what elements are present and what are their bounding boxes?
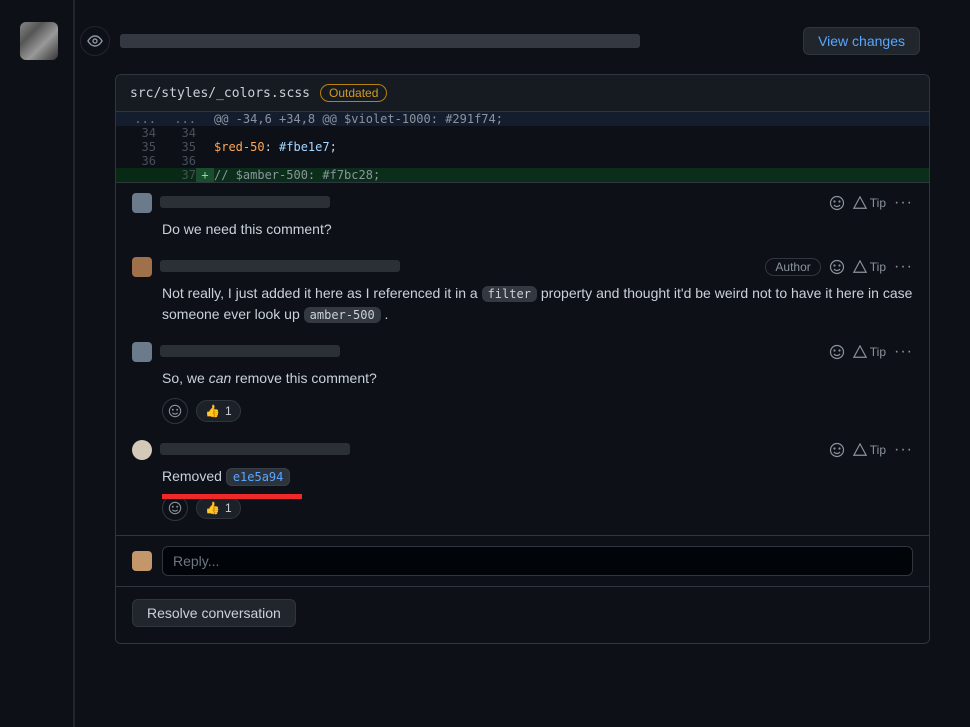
- line-num-old: [116, 168, 156, 182]
- commit-sha-link[interactable]: e1e5a94: [226, 468, 291, 486]
- inline-code: amber-500: [304, 307, 381, 323]
- reaction-pill[interactable]: 👍1: [196, 497, 241, 519]
- comment-body: So, we can remove this comment?: [162, 368, 913, 390]
- view-changes-button[interactable]: View changes: [803, 27, 920, 55]
- diff-code: [214, 154, 929, 168]
- avatar[interactable]: [132, 342, 152, 362]
- comment-author-redacted: [160, 196, 330, 208]
- file-path[interactable]: src/styles/_colors.scss: [130, 86, 310, 101]
- diff-code: // $amber-500: #f7bc28;: [214, 168, 929, 182]
- line-num-new: 35: [156, 140, 196, 154]
- kebab-icon[interactable]: ···: [894, 195, 913, 211]
- tip-icon[interactable]: Tip: [853, 345, 886, 359]
- diff-row: 36 36: [116, 154, 929, 168]
- page-root: View changes src/styles/_colors.scss Out…: [0, 0, 970, 727]
- reactions: 👍1: [162, 398, 913, 424]
- tip-icon[interactable]: Tip: [853, 260, 886, 274]
- diff-sign: +: [196, 168, 214, 182]
- kebab-icon[interactable]: ···: [894, 259, 913, 275]
- comment: Tip ··· Removed e1e5a94 👍1: [116, 430, 929, 536]
- review-header-left: [85, 26, 640, 56]
- comment-body: Removed e1e5a94: [162, 466, 913, 488]
- line-num-new: 37: [156, 168, 196, 182]
- reply-row: [116, 535, 929, 586]
- avatar[interactable]: [132, 440, 152, 460]
- diff-table: ... ... @@ -34,6 +34,8 @@ $violet-1000: …: [116, 112, 929, 182]
- resolve-conversation-button[interactable]: Resolve conversation: [132, 599, 296, 627]
- author-badge: Author: [765, 258, 820, 276]
- avatar[interactable]: [132, 257, 152, 277]
- line-num-new: ...: [156, 112, 196, 126]
- avatar[interactable]: [132, 551, 152, 571]
- comment-body: Do we need this comment?: [162, 219, 913, 241]
- review-summary-redacted: [120, 34, 640, 48]
- hunk-header: @@ -34,6 +34,8 @@ $violet-1000: #291f74;: [214, 112, 929, 126]
- comment-author-redacted: [160, 443, 350, 455]
- diff-row: 35 35 $red-50: #fbe1e7;: [116, 140, 929, 154]
- avatar[interactable]: [20, 22, 58, 60]
- comment: Tip ··· Do we need this comment?: [116, 183, 929, 247]
- add-reaction-icon[interactable]: [162, 398, 188, 424]
- diff-box: src/styles/_colors.scss Outdated ... ...…: [115, 74, 930, 644]
- emoji-icon[interactable]: [829, 442, 845, 458]
- comment-thread: Tip ··· Do we need this comment? Author: [116, 182, 929, 643]
- diff-file-header: src/styles/_colors.scss Outdated: [116, 75, 929, 112]
- diff-sign: [196, 112, 214, 126]
- comment-body: Not really, I just added it here as I re…: [162, 283, 913, 326]
- diff-code: $red-50: #fbe1e7;: [214, 140, 929, 154]
- line-num-old: ...: [116, 112, 156, 126]
- avatar[interactable]: [132, 193, 152, 213]
- line-num-new: 36: [156, 154, 196, 168]
- reply-input[interactable]: [162, 546, 913, 576]
- tip-icon[interactable]: Tip: [853, 443, 886, 457]
- red-underline-annotation: [162, 494, 302, 499]
- inline-code: filter: [482, 286, 537, 302]
- diff-sign: [196, 126, 214, 140]
- left-gutter: [0, 0, 75, 727]
- diff-row: 34 34: [116, 126, 929, 140]
- diff-row-add: 37 + // $amber-500: #f7bc28;: [116, 168, 929, 182]
- outdated-badge: Outdated: [320, 84, 387, 102]
- eye-icon: [80, 26, 110, 56]
- comment-author-redacted: [160, 260, 400, 272]
- line-num-new: 34: [156, 126, 196, 140]
- review-header: View changes: [81, 16, 930, 66]
- emoji-icon[interactable]: [829, 195, 845, 211]
- diff-hunk-row: ... ... @@ -34,6 +34,8 @@ $violet-1000: …: [116, 112, 929, 126]
- diff-sign: [196, 140, 214, 154]
- emoji-icon[interactable]: [829, 259, 845, 275]
- comment-author-redacted: [160, 345, 340, 357]
- emoji-icon[interactable]: [829, 344, 845, 360]
- line-num-old: 34: [116, 126, 156, 140]
- tip-icon[interactable]: Tip: [853, 196, 886, 210]
- kebab-icon[interactable]: ···: [894, 344, 913, 360]
- main-column: View changes src/styles/_colors.scss Out…: [75, 0, 970, 727]
- comment: Tip ··· So, we can remove this comment? …: [116, 332, 929, 430]
- line-num-old: 36: [116, 154, 156, 168]
- kebab-icon[interactable]: ···: [894, 442, 913, 458]
- resolve-row: Resolve conversation: [116, 586, 929, 643]
- diff-sign: [196, 154, 214, 168]
- reaction-pill[interactable]: 👍1: [196, 400, 241, 422]
- line-num-old: 35: [116, 140, 156, 154]
- diff-code: [214, 126, 929, 140]
- comment: Author Tip ··· Not really, I just added …: [116, 247, 929, 332]
